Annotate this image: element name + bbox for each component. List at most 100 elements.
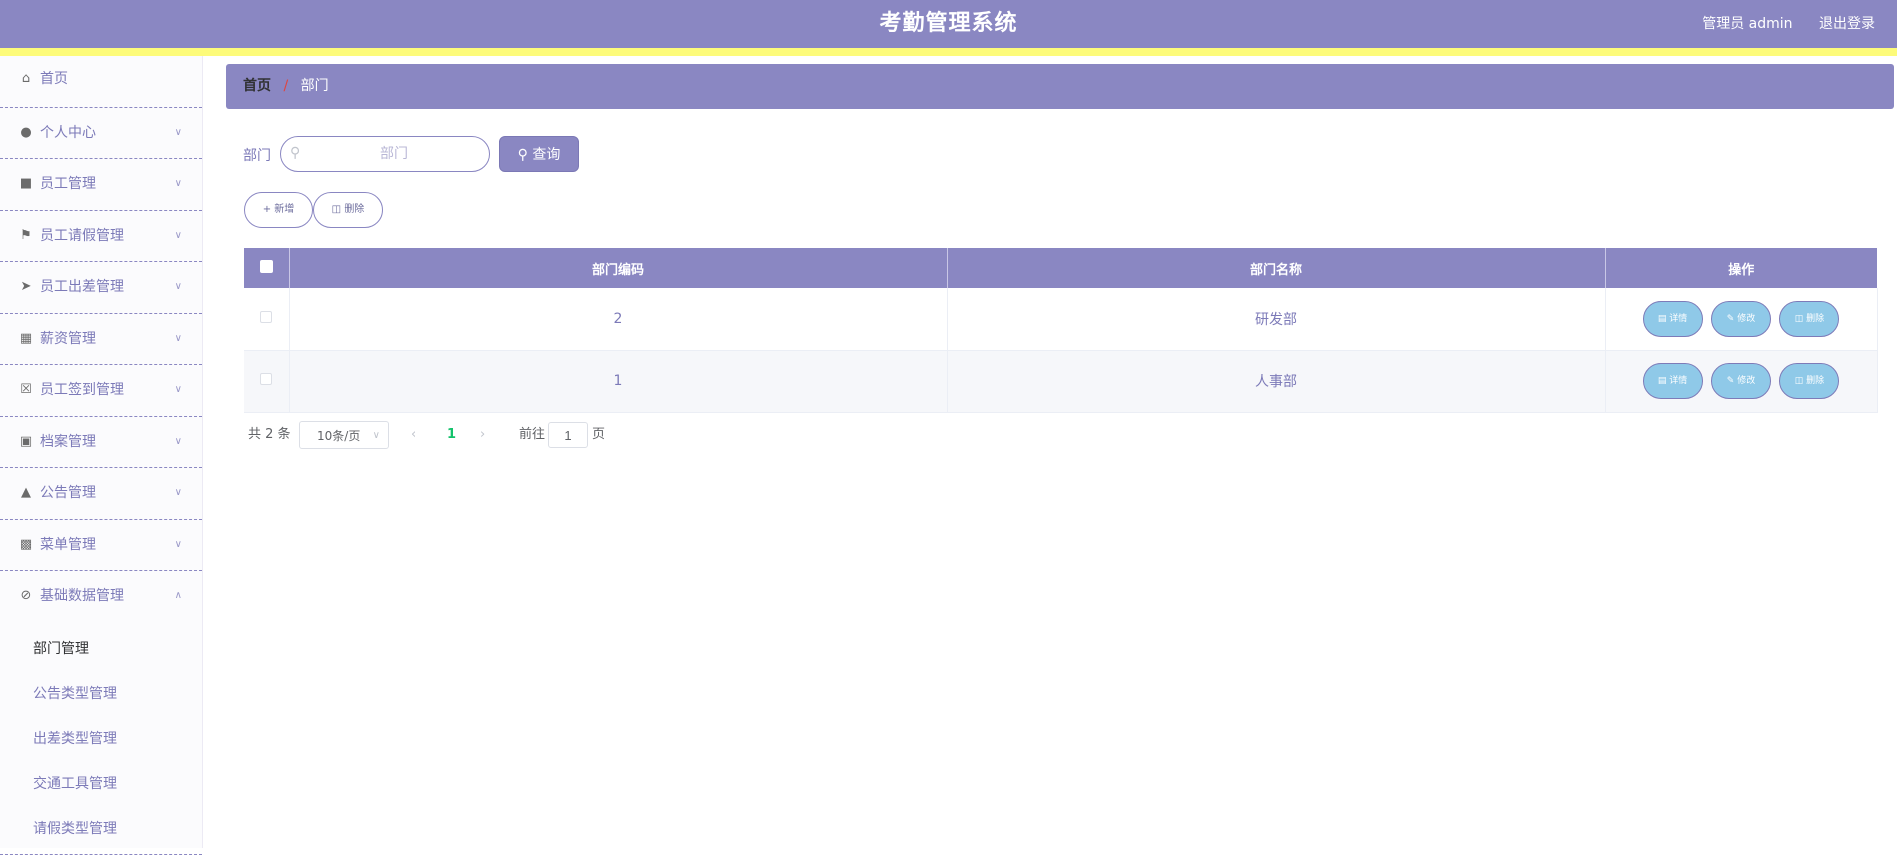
- row-checkbox[interactable]: [260, 310, 273, 323]
- delete-button-label: 删除: [344, 204, 365, 215]
- sidebar-item-checkin[interactable]: ☒ 员工签到管理 ∨: [0, 365, 202, 417]
- sidebar-item-notice[interactable]: ▲ 公告管理 ∨: [0, 468, 202, 520]
- search-icon: ⚲: [290, 145, 301, 161]
- sidebar-item-salary[interactable]: ▦ 薪资管理 ∨: [0, 314, 202, 365]
- pencil-icon: ✎: [1726, 376, 1735, 386]
- search-input[interactable]: [309, 141, 479, 167]
- sidebar-item-menu[interactable]: ▩ 菜单管理 ∨: [0, 520, 202, 571]
- row-delete-button-label: 删除: [1806, 313, 1825, 324]
- sidebar-item-label: 个人中心: [40, 124, 96, 141]
- row-delete-button[interactable]: ◫ 删除: [1779, 300, 1840, 337]
- chevron-down-icon: ∨: [174, 384, 182, 395]
- submenu-item-trip-type[interactable]: 出差类型管理: [0, 717, 202, 762]
- submenu-item-notice-type[interactable]: 公告类型管理: [0, 672, 202, 717]
- prev-page-icon[interactable]: ‹: [411, 421, 416, 449]
- chevron-down-icon: ∨: [174, 178, 182, 189]
- batch-delete-button[interactable]: ◫ 删除: [313, 192, 383, 228]
- goto-page-input[interactable]: [548, 422, 588, 448]
- chevron-down-icon: ∨: [174, 435, 182, 447]
- column-header-code: 部门编码: [289, 248, 948, 288]
- query-button[interactable]: ⚲ 查询: [499, 136, 579, 172]
- search-icon: ⚲: [517, 147, 528, 163]
- table-row: 2 研发部 ▤ 详情 ✎ 修改 ◫ 删除: [244, 288, 1878, 351]
- select-all-checkbox[interactable]: [259, 259, 273, 273]
- department-name-cell: 人事部: [947, 350, 1606, 413]
- table-row: 1 人事部 ▤ 详情 ✎ 修改 ◫ 删除: [244, 350, 1878, 413]
- row-actions-cell: ▤ 详情 ✎ 修改 ◫ 删除: [1605, 350, 1878, 413]
- sidebar-item-label: 薪资管理: [40, 330, 96, 347]
- breadcrumb-separator: /: [283, 78, 289, 94]
- detail-button-label: 详情: [1669, 313, 1688, 324]
- add-button-label: 新增: [274, 204, 295, 215]
- header-accent-stripe: [0, 48, 1897, 56]
- send-icon: ➤: [20, 279, 32, 294]
- sidebar-item-label: 员工请假管理: [40, 227, 124, 244]
- detail-button[interactable]: ▤ 详情: [1642, 300, 1703, 337]
- pencil-icon: ✎: [1726, 313, 1735, 324]
- edit-button-label: 修改: [1737, 376, 1756, 386]
- query-button-label: 查询: [532, 147, 561, 163]
- department-code-cell: 1: [289, 350, 948, 413]
- department-name-cell: 研发部: [947, 288, 1606, 351]
- edit-button[interactable]: ✎ 修改: [1711, 300, 1771, 337]
- current-page-number[interactable]: 1: [447, 421, 456, 449]
- sidebar-item-personal-center[interactable]: ● 个人中心 ∨: [0, 108, 202, 159]
- page-size-select[interactable]: 10条/页 ∨: [299, 421, 389, 449]
- sidebar-item-label: 基础数据管理: [40, 588, 124, 604]
- home-icon: ⌂: [21, 71, 31, 86]
- sidebar-item-home[interactable]: ⌂ 首页: [0, 56, 202, 108]
- user-icon: ●: [20, 124, 32, 140]
- total-count: 共 2 条: [248, 427, 291, 442]
- page-suffix: 页: [592, 427, 606, 442]
- chevron-down-icon: ∨: [174, 332, 182, 344]
- sidebar-item-leave[interactable]: ⚑ 员工请假管理 ∨: [0, 211, 202, 262]
- megaphone-user-icon: ▲: [21, 485, 31, 500]
- sidebar-item-business-trip[interactable]: ➤ 员工出差管理 ∨: [0, 262, 202, 314]
- document-icon: ▤: [1657, 376, 1667, 386]
- search-label: 部门: [243, 148, 271, 164]
- submenu-item-transport[interactable]: 交通工具管理: [0, 762, 202, 807]
- row-select-cell: [244, 350, 290, 413]
- submenu-item-department[interactable]: 部门管理: [0, 627, 202, 672]
- page-size-value: 10条/页: [317, 429, 361, 443]
- logout-link[interactable]: 退出登录: [1819, 16, 1875, 32]
- chevron-down-icon: ∨: [174, 126, 182, 138]
- sidebar-item-label: 员工出差管理: [40, 279, 124, 295]
- sidebar-item-archive[interactable]: ▣ 档案管理 ∨: [0, 417, 202, 468]
- row-select-cell: [244, 288, 290, 351]
- search-field[interactable]: ⚲: [280, 136, 490, 172]
- chevron-down-icon: ∨: [174, 281, 182, 292]
- edit-button[interactable]: ✎ 修改: [1711, 363, 1771, 399]
- sidebar-item-label: 档案管理: [40, 433, 96, 450]
- next-page-icon[interactable]: ›: [480, 421, 485, 449]
- breadcrumb-home[interactable]: 首页: [243, 78, 271, 94]
- sidebar-item-basic-data[interactable]: ⊘ 基础数据管理 ∧: [0, 571, 202, 623]
- add-button[interactable]: + 新增: [244, 192, 313, 228]
- detail-button-label: 详情: [1669, 376, 1688, 386]
- sidebar-item-label: 员工管理: [40, 176, 96, 192]
- breadcrumb: 首页 / 部门: [226, 64, 1894, 109]
- row-checkbox[interactable]: [260, 373, 273, 385]
- sidebar-item-label: 首页: [40, 71, 68, 87]
- clipboard-icon: ▣: [19, 433, 33, 449]
- department-table: 部门编码 部门名称 操作 2 研发部 ▤ 详情 ✎ 修改 ◫ 删除 1 人事部 …: [244, 248, 1878, 413]
- store-icon: ▩: [19, 536, 33, 552]
- chevron-up-icon: ∧: [174, 590, 182, 601]
- sidebar-item-label: 菜单管理: [40, 536, 96, 553]
- select-all-cell: [244, 248, 290, 288]
- admin-user-label: 管理员 admin: [1702, 16, 1793, 32]
- row-actions-cell: ▤ 详情 ✎ 修改 ◫ 删除: [1605, 288, 1878, 351]
- flag-icon: ⚑: [20, 227, 32, 243]
- department-code-cell: 2: [289, 288, 948, 351]
- edit-button-label: 修改: [1737, 313, 1756, 324]
- detail-button[interactable]: ▤ 详情: [1642, 363, 1703, 399]
- top-header: 考勤管理系统 管理员 admin 退出登录: [0, 0, 1897, 56]
- chevron-down-icon: ∨: [174, 229, 182, 241]
- trash-icon: ◫: [331, 204, 342, 215]
- submenu-item-leave-type[interactable]: 请假类型管理: [0, 807, 202, 852]
- sidebar-item-label: 员工签到管理: [40, 382, 124, 398]
- bell-off-icon: ⊘: [20, 588, 32, 603]
- trash-icon: ◫: [1794, 376, 1804, 386]
- row-delete-button[interactable]: ◫ 删除: [1779, 363, 1840, 399]
- sidebar-item-employee[interactable]: ■ 员工管理 ∨: [0, 159, 202, 211]
